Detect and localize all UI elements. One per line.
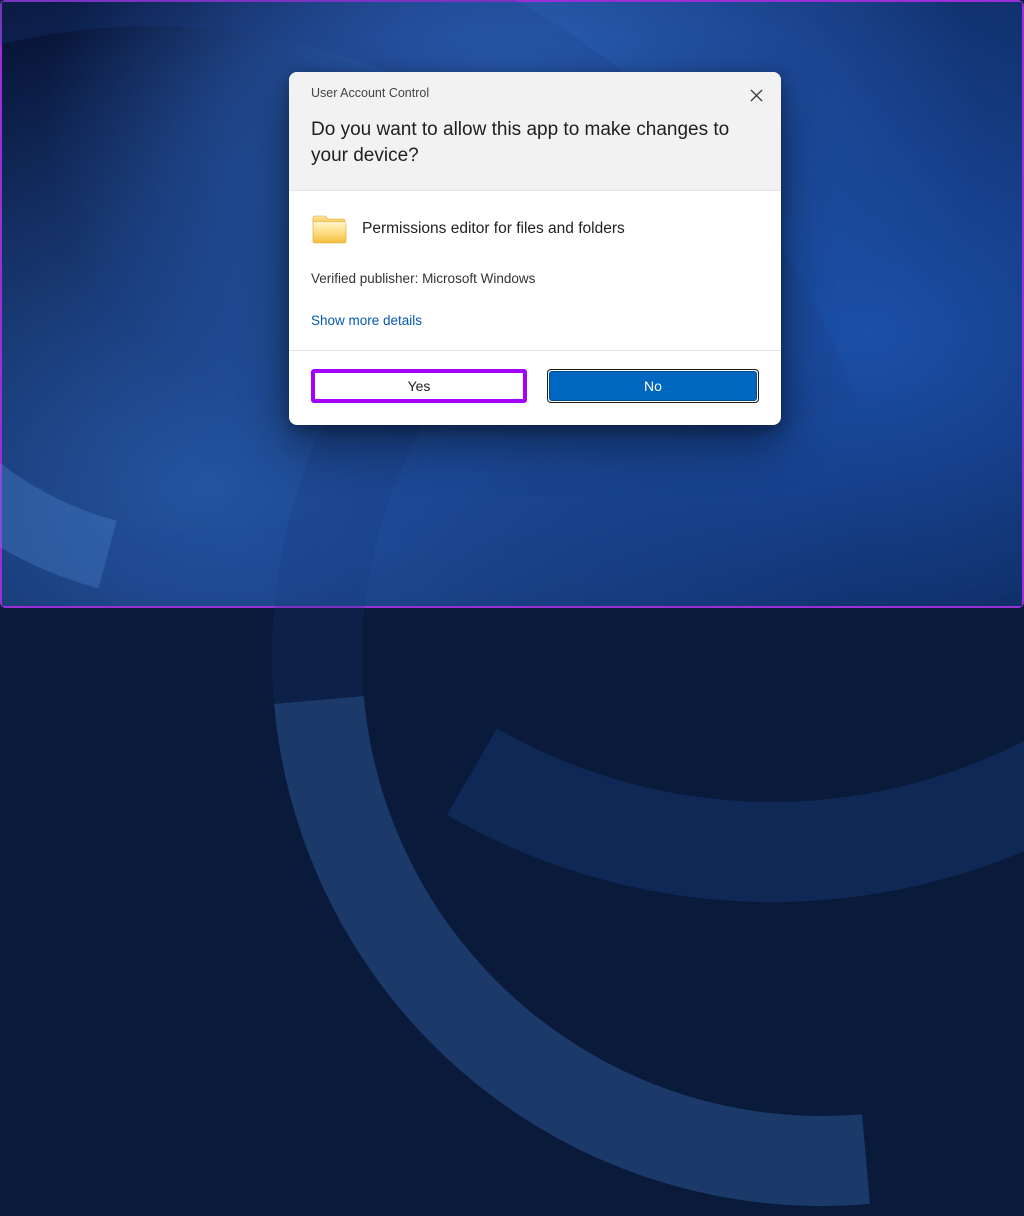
no-button[interactable]: No: [549, 371, 757, 401]
yes-button[interactable]: Yes: [311, 369, 527, 403]
uac-dialog: User Account Control Do you want to allo…: [289, 72, 781, 425]
close-button[interactable]: [741, 80, 771, 110]
dialog-title: User Account Control: [311, 86, 759, 100]
folder-icon: [311, 213, 347, 245]
dialog-header: User Account Control Do you want to allo…: [289, 72, 781, 191]
publisher-line: Verified publisher: Microsoft Windows: [311, 271, 759, 286]
close-icon: [750, 89, 763, 102]
dialog-question: Do you want to allow this app to make ch…: [311, 117, 759, 168]
dialog-footer: Yes No: [289, 350, 781, 425]
app-info-row: Permissions editor for files and folders: [311, 213, 759, 245]
no-button-focus-ring: No: [547, 369, 759, 403]
show-more-details-link[interactable]: Show more details: [311, 313, 422, 328]
app-name: Permissions editor for files and folders: [362, 220, 625, 238]
dialog-body: Permissions editor for files and folders…: [289, 191, 781, 350]
